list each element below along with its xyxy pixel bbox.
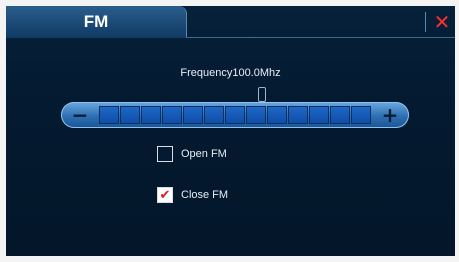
slider-segment[interactable] xyxy=(351,106,371,124)
frequency-slider[interactable]: − + xyxy=(61,102,409,128)
slider-segment[interactable] xyxy=(99,106,119,124)
title-divider xyxy=(425,12,426,32)
tab-fm[interactable]: FM xyxy=(6,6,187,38)
slider-segment[interactable] xyxy=(141,106,161,124)
slider-segment[interactable] xyxy=(246,106,266,124)
slider-segment[interactable] xyxy=(309,106,329,124)
minus-icon[interactable]: − xyxy=(67,105,93,125)
close-icon[interactable]: ✕ xyxy=(432,11,452,33)
tab-divider xyxy=(186,37,455,38)
slider-segment[interactable] xyxy=(183,106,203,124)
slider-segment[interactable] xyxy=(162,106,182,124)
slider-segment[interactable] xyxy=(267,106,287,124)
close-fm-option[interactable]: ✔ Close FM xyxy=(157,187,228,203)
open-fm-checkbox[interactable] xyxy=(157,146,173,162)
slider-segment[interactable] xyxy=(120,106,140,124)
check-icon: ✔ xyxy=(159,187,171,203)
slider-segment[interactable] xyxy=(330,106,350,124)
slider-segment[interactable] xyxy=(225,106,245,124)
close-fm-label: Close FM xyxy=(181,189,229,201)
slider-track[interactable] xyxy=(99,106,371,124)
slider-segment[interactable] xyxy=(288,106,308,124)
close-fm-checkbox[interactable]: ✔ xyxy=(157,187,173,203)
frequency-label: Frequency100.0Mhz xyxy=(180,67,281,79)
open-fm-label: Open FM xyxy=(181,148,227,160)
fm-window: FM ✕ Frequency100.0Mhz − + Open FM ✔ Clo… xyxy=(6,6,455,256)
slider-segment[interactable] xyxy=(204,106,224,124)
tab-title: FM xyxy=(83,12,109,31)
open-fm-option[interactable]: Open FM xyxy=(157,146,227,162)
plus-icon[interactable]: + xyxy=(377,105,403,125)
frequency-marker[interactable] xyxy=(258,87,266,102)
